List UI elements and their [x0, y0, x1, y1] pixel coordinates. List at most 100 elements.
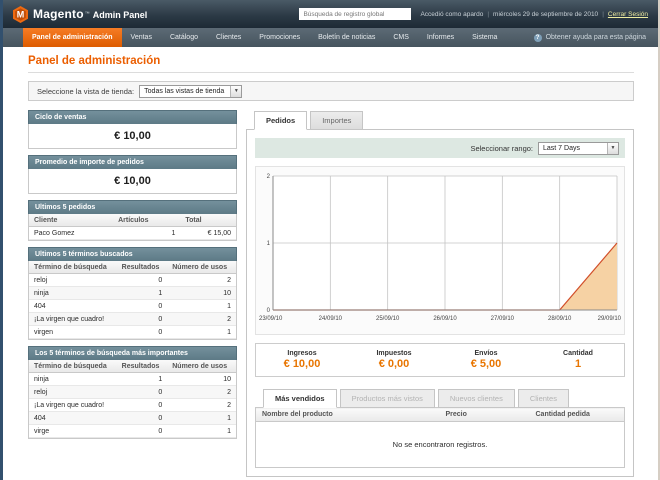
table-row[interactable]: virge01 [29, 425, 236, 438]
table-row[interactable]: ¡La virgen que cuadro!02 [29, 313, 236, 326]
table-row[interactable]: 40401 [29, 412, 236, 425]
table-header-row: Nombre del producto Precio Cantidad pedi… [256, 408, 625, 422]
svg-text:M: M [17, 9, 25, 19]
logo-suffix: Admin Panel [93, 10, 148, 20]
col-resultados: Resultados [117, 261, 168, 274]
get-help-link[interactable]: ? Obtener ayuda para esta página [534, 28, 658, 47]
help-label: Obtener ayuda para esta página [546, 34, 646, 41]
stat-ingresos: Ingresos € 10,00 [256, 350, 348, 370]
panel-title-average-order: Promedio de importe de pedidos [28, 155, 237, 169]
col-nombre-producto: Nombre del producto [256, 408, 440, 422]
nav-item-dashboard[interactable]: Panel de administración [23, 28, 122, 47]
magento-admin-screen: M Magento™ Admin Panel Accedió como apar… [0, 0, 660, 480]
content-area: Panel de administración Seleccione la vi… [3, 47, 658, 477]
col-total: Total [180, 214, 236, 227]
table-row[interactable]: Paco Gomez 1 € 15,00 [29, 227, 236, 240]
nav-item-sistema[interactable]: Sistema [463, 28, 506, 47]
orders-chart: 0 1 2 23/09/10 24/09/10 25/09/10 26/09/10 27/09… [257, 168, 623, 328]
panel-title-last-orders: Ultimos 5 pedidos [28, 200, 237, 214]
table-row[interactable]: ninja110 [29, 287, 236, 300]
col-cliente: Cliente [29, 214, 113, 227]
nav-item-catalogo[interactable]: Catálogo [161, 28, 207, 47]
svg-text:0: 0 [267, 308, 271, 314]
tab-nuevos-clientes[interactable]: Nuevos clientes [438, 389, 515, 408]
store-view-label: Seleccione la vista de tienda: [37, 87, 134, 96]
top-search-terms-panel: Los 5 términos de búsqueda más important… [28, 346, 237, 439]
nav-item-clientes[interactable]: Clientes [207, 28, 250, 47]
svg-text:2: 2 [267, 174, 271, 180]
tab-importes[interactable]: Importes [310, 111, 363, 130]
logo-text: Magento [33, 7, 84, 21]
svg-text:1: 1 [267, 241, 271, 247]
range-bar: Seleccionar rango: Last 7 Days ▼ [255, 138, 625, 158]
store-view-value: Todas las vistas de tienda [144, 88, 224, 95]
lifetime-sales-panel: Ciclo de ventas € 10,00 [28, 110, 237, 149]
table-row[interactable]: reloj02 [29, 274, 236, 287]
average-order-value: € 10,00 [29, 169, 236, 193]
totals-bar: Ingresos € 10,00 Impuestos € 0,00 Envíos… [255, 343, 625, 377]
panel-title-last-search: Ultimos 5 términos buscados [28, 247, 237, 261]
chart-tabs: Pedidos Importes [246, 111, 634, 129]
lifetime-sales-value: € 10,00 [29, 124, 236, 148]
separator: | [487, 11, 489, 18]
tab-productos-mas-vistos[interactable]: Productos más vistos [340, 389, 435, 408]
svg-text:29/09/10: 29/09/10 [598, 316, 622, 322]
stat-envios: Envíos € 5,00 [440, 350, 532, 370]
main-nav: Panel de administración Ventas Catálogo … [3, 28, 658, 47]
tab-pedidos[interactable]: Pedidos [254, 111, 307, 130]
separator: | [602, 11, 604, 18]
tab-mas-vendidos[interactable]: Más vendidos [263, 389, 337, 408]
col-usos: Número de usos [167, 360, 236, 373]
nav-item-cms[interactable]: CMS [384, 28, 418, 47]
empty-row: No se encontraron registros. [256, 422, 625, 468]
svg-text:25/09/10: 25/09/10 [376, 316, 400, 322]
last-orders-panel: Ultimos 5 pedidos Cliente Artículos Tota… [28, 200, 237, 241]
svg-text:27/09/10: 27/09/10 [491, 316, 515, 322]
table-row[interactable]: ¡La virgen que cuadro!02 [29, 399, 236, 412]
store-view-select[interactable]: Todas las vistas de tienda ▼ [139, 85, 242, 98]
nav-item-informes[interactable]: Informes [418, 28, 463, 47]
table-row[interactable]: 40401 [29, 300, 236, 313]
table-row[interactable]: ninja110 [29, 373, 236, 386]
col-resultados: Resultados [117, 360, 168, 373]
stat-impuestos: Impuestos € 0,00 [348, 350, 440, 370]
range-select[interactable]: Last 7 Days ▼ [538, 142, 619, 155]
logo-trademark: ™ [85, 11, 90, 17]
nav-item-boletin[interactable]: Boletín de noticias [309, 28, 384, 47]
dashboard-sidebar: Ciclo de ventas € 10,00 Promedio de impo… [28, 111, 237, 477]
col-term: Término de búsqueda [29, 261, 117, 274]
magento-logo: M Magento™ Admin Panel [13, 6, 147, 23]
table-row[interactable]: virgen01 [29, 326, 236, 339]
magento-logo-icon: M [13, 6, 28, 23]
stat-cantidad: Cantidad 1 [532, 350, 624, 370]
bestsellers-table: Nombre del producto Precio Cantidad pedi… [255, 407, 625, 468]
nav-item-promociones[interactable]: Promociones [250, 28, 309, 47]
orders-chart-container: 0 1 2 23/09/10 24/09/10 25/09/10 26/09/10 27/09… [255, 166, 625, 335]
tab-clientes[interactable]: Clientes [518, 389, 569, 408]
chevron-down-icon: ▼ [607, 143, 618, 154]
range-value: Last 7 Days [543, 145, 601, 152]
table-header-row: Cliente Artículos Total [29, 214, 236, 227]
dashboard-main: Pedidos Importes Seleccionar rango: Last… [246, 111, 634, 477]
header-user-info: Accedió como apardo | miércoles 29 de se… [420, 11, 648, 18]
page-title: Panel de administración [28, 55, 634, 67]
last-search-terms-panel: Ultimos 5 términos buscados Término de b… [28, 247, 237, 340]
table-row[interactable]: reloj02 [29, 386, 236, 399]
store-view-bar: Seleccione la vista de tienda: Todas las… [28, 81, 634, 101]
svg-text:24/09/10: 24/09/10 [319, 316, 343, 322]
svg-text:23/09/10: 23/09/10 [259, 316, 283, 322]
global-search-input[interactable] [299, 8, 411, 20]
col-precio: Precio [440, 408, 530, 422]
svg-text:26/09/10: 26/09/10 [433, 316, 457, 322]
range-label: Seleccionar rango: [470, 144, 533, 153]
logout-link[interactable]: Cerrar Sesión [608, 11, 648, 18]
col-term: Término de búsqueda [29, 360, 117, 373]
orders-panel: Seleccionar rango: Last 7 Days ▼ 0 1 2 23/0… [246, 129, 634, 477]
chevron-down-icon: ▼ [230, 86, 241, 97]
header-date: miércoles 29 de septiembre de 2010 [493, 11, 598, 18]
col-cantidad-pedida: Cantidad pedida [530, 408, 625, 422]
nav-item-ventas[interactable]: Ventas [122, 28, 161, 47]
col-articulos: Artículos [113, 214, 180, 227]
table-header-row: Término de búsqueda Resultados Número de… [29, 360, 236, 373]
average-order-panel: Promedio de importe de pedidos € 10,00 [28, 155, 237, 194]
